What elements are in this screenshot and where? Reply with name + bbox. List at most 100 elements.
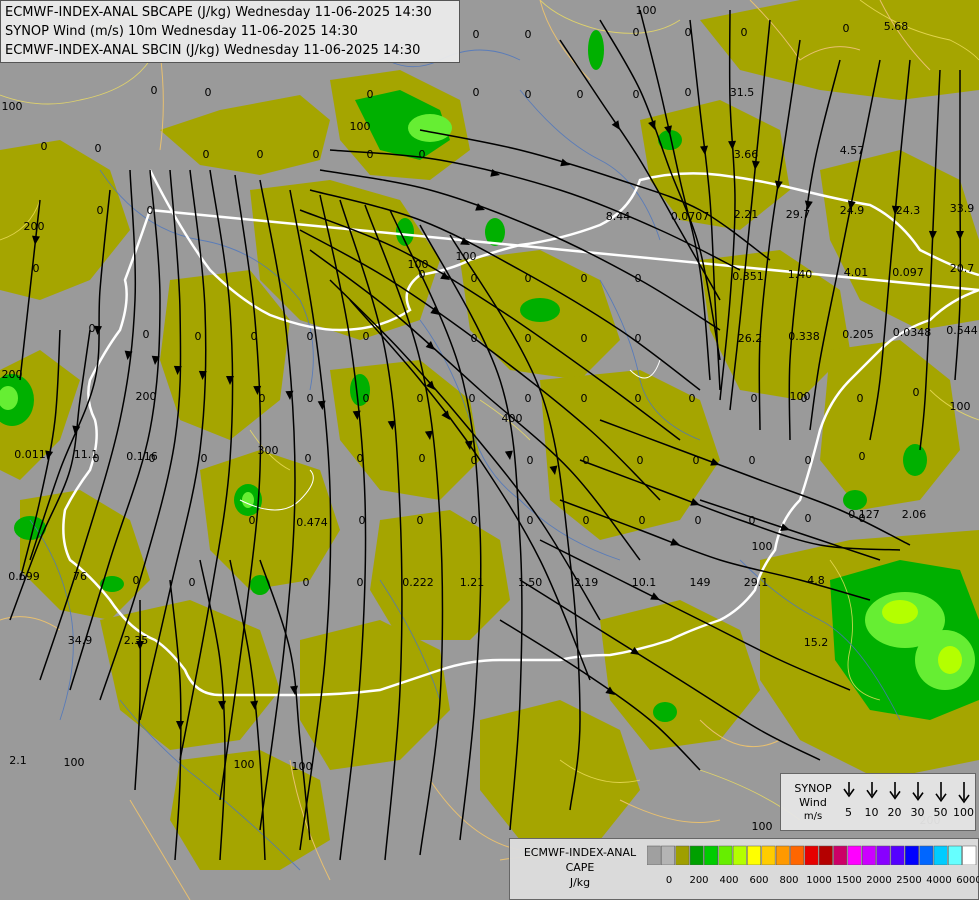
synop-speed-label: 10 <box>864 806 879 819</box>
field-value: 0 <box>249 514 256 527</box>
field-value: 100 <box>408 258 429 271</box>
field-value: 20.7 <box>950 262 975 275</box>
field-value: 0 <box>749 514 756 527</box>
cape-swatch <box>861 845 876 865</box>
cape-tick-label: 6000 <box>956 875 979 886</box>
field-value: 0 <box>95 142 102 155</box>
field-value: 200 <box>24 220 45 233</box>
field-value: 1.21 <box>460 576 485 589</box>
field-value: 0.127 <box>848 508 880 521</box>
field-value: 5.68 <box>884 20 909 33</box>
title-sbcin: ECMWF-INDEX-ANAL SBCIN (J/kg) Wednesday … <box>5 43 421 58</box>
field-value: 0 <box>363 392 370 405</box>
field-value: 0.338 <box>788 330 820 343</box>
synop-speed-item: 30 <box>906 780 929 819</box>
cape-swatch <box>818 845 833 865</box>
cape-swatch <box>847 845 862 865</box>
cape-color-swatches <box>647 845 977 865</box>
field-value: 0 <box>741 26 748 39</box>
field-value: 0 <box>203 148 210 161</box>
field-value: 0 <box>473 28 480 41</box>
field-value: 0 <box>473 86 480 99</box>
field-value: 0.351 <box>732 270 764 283</box>
field-value: 0.116 <box>126 450 158 463</box>
field-value: 0 <box>419 148 426 161</box>
field-value: 3.66 <box>734 148 759 161</box>
synop-speed-item: 20 <box>883 780 906 819</box>
field-value: 0 <box>471 332 478 345</box>
field-value: 0 <box>359 514 366 527</box>
down-arrow-icon <box>934 782 947 803</box>
field-value: 0 <box>41 140 48 153</box>
synop-speed-item: 50 <box>929 780 952 819</box>
synop-label-line2: Wind <box>799 796 827 809</box>
field-value: 100 <box>292 760 313 773</box>
field-value: 0 <box>581 272 588 285</box>
field-value: 0 <box>525 28 532 41</box>
field-value: 11.1 <box>74 448 99 461</box>
field-value: 0 <box>581 392 588 405</box>
field-value: 149 <box>690 576 711 589</box>
field-value: 0 <box>633 26 640 39</box>
field-value: 0.544 <box>946 324 978 337</box>
cape-swatch <box>890 845 905 865</box>
synop-speed-item: 100 <box>952 780 975 819</box>
synop-label-line1: SYNOP <box>794 782 832 795</box>
field-value: 100 <box>456 250 477 263</box>
field-value: 2.19 <box>574 576 599 589</box>
field-value: 76 <box>73 570 87 583</box>
field-value: 0 <box>259 392 266 405</box>
map-title-box: ECMWF-INDEX-ANAL SBCAPE (J/kg) Wednesday… <box>0 0 460 63</box>
cape-swatch <box>905 845 919 865</box>
field-value: 0 <box>307 392 314 405</box>
synop-speed-label: 5 <box>845 806 852 819</box>
field-value: 100 <box>950 400 971 413</box>
field-value: 100 <box>234 758 255 771</box>
field-value: 0 <box>685 26 692 39</box>
field-value: 0 <box>133 574 140 587</box>
field-value: 0 <box>471 514 478 527</box>
down-arrow-icon <box>911 782 924 801</box>
field-value: 4.01 <box>844 266 869 279</box>
cape-swatch <box>790 845 805 865</box>
field-value: 100 <box>790 390 811 403</box>
field-value: 0 <box>33 262 40 275</box>
down-arrow-icon <box>957 782 970 804</box>
field-value: 33.9 <box>950 202 975 215</box>
field-value: 26.2 <box>738 332 763 345</box>
synop-speed-label: 100 <box>953 806 974 819</box>
field-value: 29.1 <box>744 576 769 589</box>
field-value: 0 <box>417 514 424 527</box>
field-value: 100 <box>636 4 657 17</box>
down-arrow-icon <box>842 782 855 798</box>
cape-swatch <box>647 845 661 865</box>
cape-swatch <box>919 845 934 865</box>
cape-tick-label: 200 <box>689 875 709 886</box>
synop-legend-label: SYNOP Wind m/s <box>787 782 839 824</box>
field-value: 0 <box>859 450 866 463</box>
cape-tick-label: 400 <box>719 875 739 886</box>
field-value: 100 <box>752 540 773 553</box>
synop-speed-label: 30 <box>910 806 925 819</box>
cape-swatch <box>962 845 977 865</box>
field-value: 0 <box>577 88 584 101</box>
field-value: 10.1 <box>632 576 657 589</box>
cape-label-line1: ECMWF-INDEX-ANAL <box>523 846 637 859</box>
field-value: 0 <box>471 454 478 467</box>
field-value: 0 <box>583 454 590 467</box>
field-value: 1.40 <box>788 268 813 281</box>
field-value: 15.2 <box>804 636 829 649</box>
field-value: 0 <box>357 452 364 465</box>
field-value: 0.699 <box>8 570 40 583</box>
cape-tick-labels: 0 200 400 600 800 1000 1500 2000 2500 4000 6000 <box>647 875 979 891</box>
field-value: 0 <box>307 330 314 343</box>
cape-swatch <box>704 845 718 865</box>
field-value: 0 <box>251 330 258 343</box>
field-value: 300 <box>258 444 279 457</box>
cape-swatch <box>804 845 819 865</box>
cape-tick-label: 800 <box>779 875 799 886</box>
field-value: 0 <box>143 328 150 341</box>
field-value: 0 <box>527 454 534 467</box>
field-value: 0 <box>367 148 374 161</box>
field-value: 100 <box>64 756 85 769</box>
